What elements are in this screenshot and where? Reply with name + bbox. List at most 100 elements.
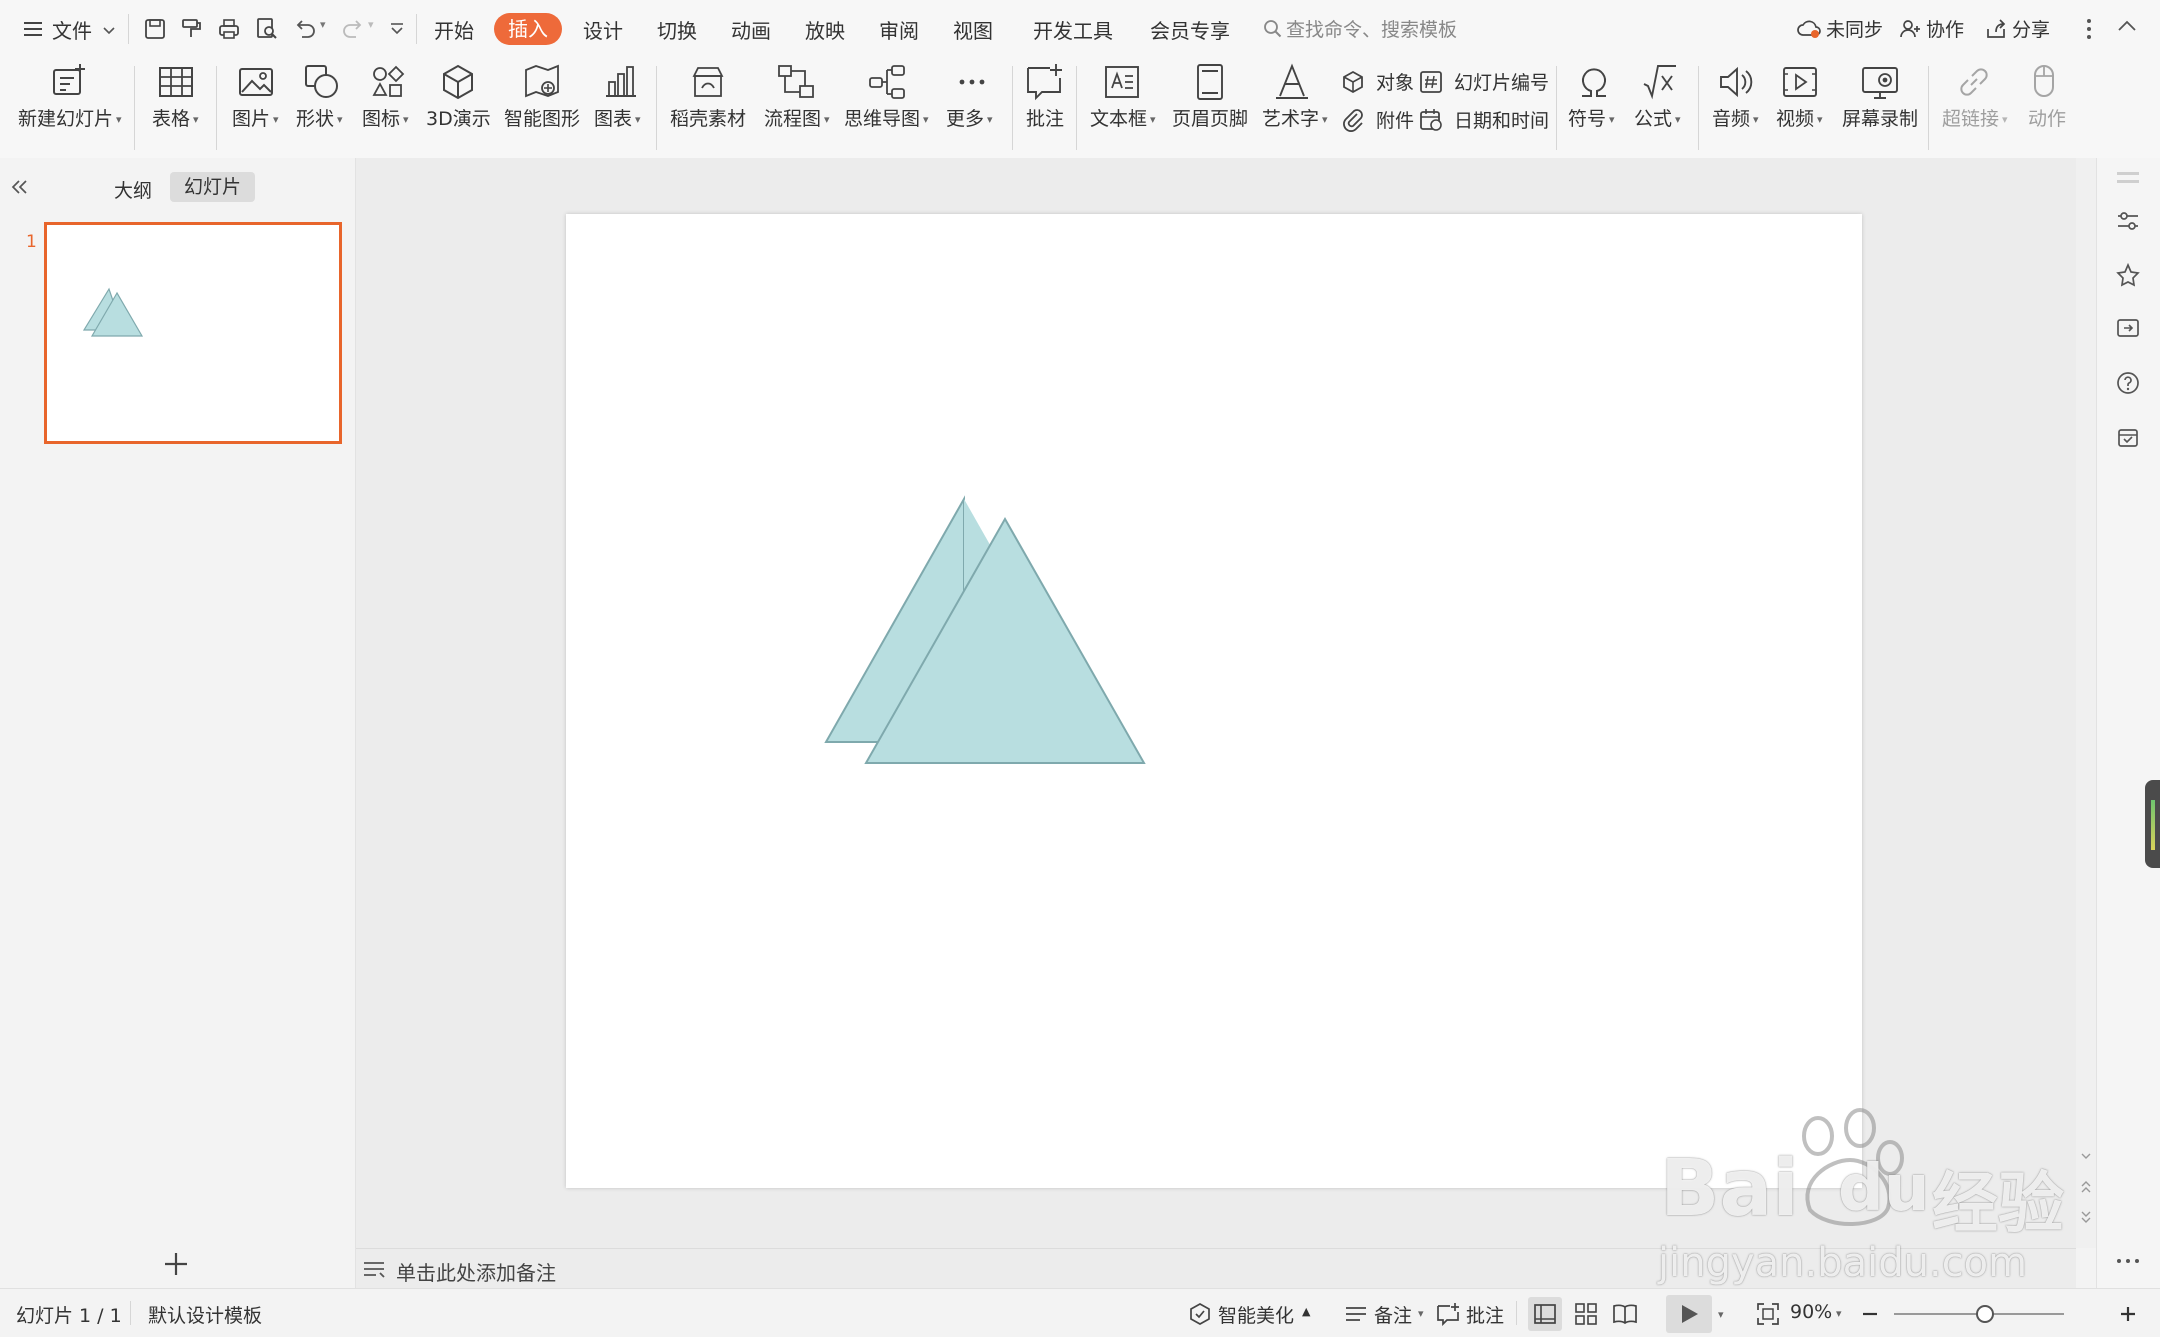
vertical-scrollbar[interactable] bbox=[2076, 158, 2096, 1248]
tab-developer[interactable]: 开发工具 bbox=[1033, 15, 1113, 44]
screen-record-icon bbox=[1862, 67, 1898, 99]
zoom-in-icon[interactable] bbox=[2118, 1304, 2138, 1324]
tab-transitions[interactable]: 切换 bbox=[657, 15, 697, 44]
tab-member[interactable]: 会员专享 bbox=[1150, 15, 1230, 44]
tab-insert[interactable]: 插入 bbox=[494, 13, 562, 45]
print-preview-icon[interactable] bbox=[254, 16, 280, 42]
picture-button[interactable]: 图片 ▾ bbox=[226, 58, 286, 158]
more-button[interactable]: 更多 ▾ bbox=[944, 58, 1000, 158]
animation-star-icon[interactable] bbox=[2115, 262, 2141, 288]
datetime-button[interactable]: 日期和时间 bbox=[1418, 104, 1549, 136]
smartart-icon bbox=[525, 64, 559, 98]
notes-toggle-button[interactable]: 备注 ▾ bbox=[1344, 1299, 1430, 1329]
more-vertical-icon[interactable] bbox=[2084, 16, 2094, 42]
command-search[interactable]: 查找命令、搜索模板 bbox=[1260, 12, 1500, 46]
hyperlink-button[interactable]: 超链接 ▾ bbox=[1940, 58, 2010, 158]
tab-home[interactable]: 开始 bbox=[434, 15, 474, 44]
tab-slideshow[interactable]: 放映 bbox=[805, 15, 845, 44]
slide-sorter-icon[interactable] bbox=[1574, 1302, 1598, 1326]
mindmap-button[interactable]: 思维导图 ▾ bbox=[844, 58, 932, 158]
comment-button[interactable]: 批注 bbox=[1022, 58, 1066, 158]
smartart-button[interactable]: 智能图形 bbox=[502, 58, 582, 158]
screen-record-button[interactable]: 屏幕录制 bbox=[1840, 58, 1920, 158]
customize-toolbar-icon[interactable] bbox=[384, 16, 410, 42]
file-menu[interactable]: 文件 bbox=[22, 14, 122, 44]
collapse-ribbon-icon[interactable] bbox=[2116, 16, 2138, 38]
normal-view-button[interactable] bbox=[1528, 1297, 1562, 1331]
redo-dropdown-icon[interactable]: ▾ bbox=[368, 18, 374, 31]
collapse-panel-icon[interactable] bbox=[8, 176, 30, 198]
zoom-level-select[interactable]: 90% ▾ bbox=[1790, 1299, 1850, 1329]
undo-icon[interactable] bbox=[292, 16, 318, 42]
textbox-button[interactable]: 文本框 ▾ bbox=[1088, 58, 1158, 158]
comment-toggle-label: 批注 bbox=[1466, 1305, 1505, 1327]
sync-status-button[interactable]: 未同步 bbox=[1796, 14, 1886, 44]
template-name[interactable]: 默认设计模板 bbox=[148, 1301, 262, 1328]
right-tool-rail bbox=[2096, 158, 2160, 1288]
attachment-button[interactable]: 附件 bbox=[1340, 104, 1422, 136]
tab-view[interactable]: 视图 bbox=[953, 15, 993, 44]
speaker-icon bbox=[1720, 66, 1753, 98]
tab-review[interactable]: 审阅 bbox=[879, 15, 919, 44]
formula-button[interactable]: 公式 ▾ bbox=[1632, 58, 1688, 158]
zoom-slider-thumb[interactable] bbox=[1976, 1305, 1994, 1323]
attachment-label: 附件 bbox=[1376, 110, 1415, 132]
icon-library-button[interactable]: 图标 ▾ bbox=[358, 58, 418, 158]
shape-button[interactable]: 形状 ▾ bbox=[292, 58, 352, 158]
format-painter-icon[interactable] bbox=[178, 16, 204, 42]
header-footer-button[interactable]: 页眉页脚 bbox=[1170, 58, 1252, 158]
material-icon bbox=[692, 67, 724, 97]
material-button[interactable]: 稻壳素材 bbox=[668, 58, 748, 158]
zoom-slider[interactable] bbox=[1894, 1305, 2064, 1323]
beautify-icon bbox=[1190, 1303, 1210, 1325]
add-slide-icon[interactable] bbox=[162, 1250, 190, 1278]
save-icon[interactable] bbox=[142, 16, 168, 42]
symbol-button[interactable]: 符号 ▾ bbox=[1566, 58, 1622, 158]
undo-dropdown-icon[interactable]: ▾ bbox=[320, 18, 326, 31]
share-button[interactable]: 分享 bbox=[1984, 14, 2064, 44]
print-icon[interactable] bbox=[216, 16, 242, 42]
video-icon bbox=[1783, 67, 1817, 97]
slide-thumbnail[interactable] bbox=[44, 222, 342, 444]
material-label: 稻壳素材 bbox=[670, 108, 747, 130]
tab-animations[interactable]: 动画 bbox=[731, 15, 771, 44]
table-button[interactable]: 表格 ▾ bbox=[146, 58, 206, 158]
video-button[interactable]: 视频 ▾ bbox=[1772, 58, 1828, 158]
collaborate-button[interactable]: 协作 bbox=[1898, 14, 1978, 44]
tab-slides[interactable]: 幻灯片 bbox=[170, 172, 256, 202]
settings-sliders-icon[interactable] bbox=[2115, 208, 2141, 234]
play-slideshow-button[interactable] bbox=[1666, 1295, 1712, 1333]
side-widget-tab[interactable] bbox=[2145, 780, 2160, 868]
chevron-down-icon bbox=[103, 27, 115, 35]
slide-number-button[interactable]: 幻灯片编号 bbox=[1418, 66, 1549, 98]
shape-icon bbox=[305, 65, 338, 98]
backup-box-icon[interactable] bbox=[2115, 424, 2141, 450]
wordart-button[interactable]: 艺术字 ▾ bbox=[1260, 58, 1330, 158]
cube-icon bbox=[443, 64, 473, 100]
tab-design[interactable]: 设计 bbox=[583, 15, 623, 44]
play-dropdown-icon[interactable]: ▾ bbox=[1718, 1308, 1724, 1321]
new-slide-button[interactable]: 新建幻灯片 ▾ bbox=[14, 58, 124, 158]
comment-toggle-button[interactable]: 批注 bbox=[1436, 1299, 1506, 1329]
help-icon[interactable] bbox=[2115, 370, 2141, 396]
redo-icon[interactable] bbox=[340, 16, 366, 42]
more-horizontal-icon[interactable] bbox=[2115, 1256, 2141, 1266]
omega-icon bbox=[1582, 68, 1606, 97]
slide[interactable] bbox=[566, 214, 1862, 1188]
object-button[interactable]: 对象 bbox=[1340, 66, 1422, 98]
fit-window-icon[interactable] bbox=[1756, 1302, 1780, 1326]
tab-outline[interactable]: 大纲 bbox=[114, 176, 152, 203]
transition-icon[interactable] bbox=[2115, 316, 2141, 342]
zoom-out-icon[interactable] bbox=[1860, 1304, 1880, 1324]
audio-button[interactable]: 音频 ▾ bbox=[1708, 58, 1764, 158]
3d-demo-button[interactable]: 3D演示 bbox=[424, 58, 491, 158]
slide-thumbnail-index: 1 bbox=[26, 232, 37, 252]
beautify-button[interactable]: 智能美化 ▲ bbox=[1188, 1299, 1318, 1329]
action-button[interactable]: 动作 bbox=[2020, 58, 2070, 158]
chart-button[interactable]: 图表 ▾ bbox=[590, 58, 650, 158]
beautify-label: 智能美化 bbox=[1218, 1305, 1295, 1327]
flowchart-button[interactable]: 流程图 ▾ bbox=[762, 58, 832, 158]
icon-library-icon bbox=[372, 65, 405, 97]
reading-view-icon[interactable] bbox=[1612, 1302, 1638, 1326]
slide-count: 幻灯片 1 / 1 bbox=[16, 1305, 122, 1327]
